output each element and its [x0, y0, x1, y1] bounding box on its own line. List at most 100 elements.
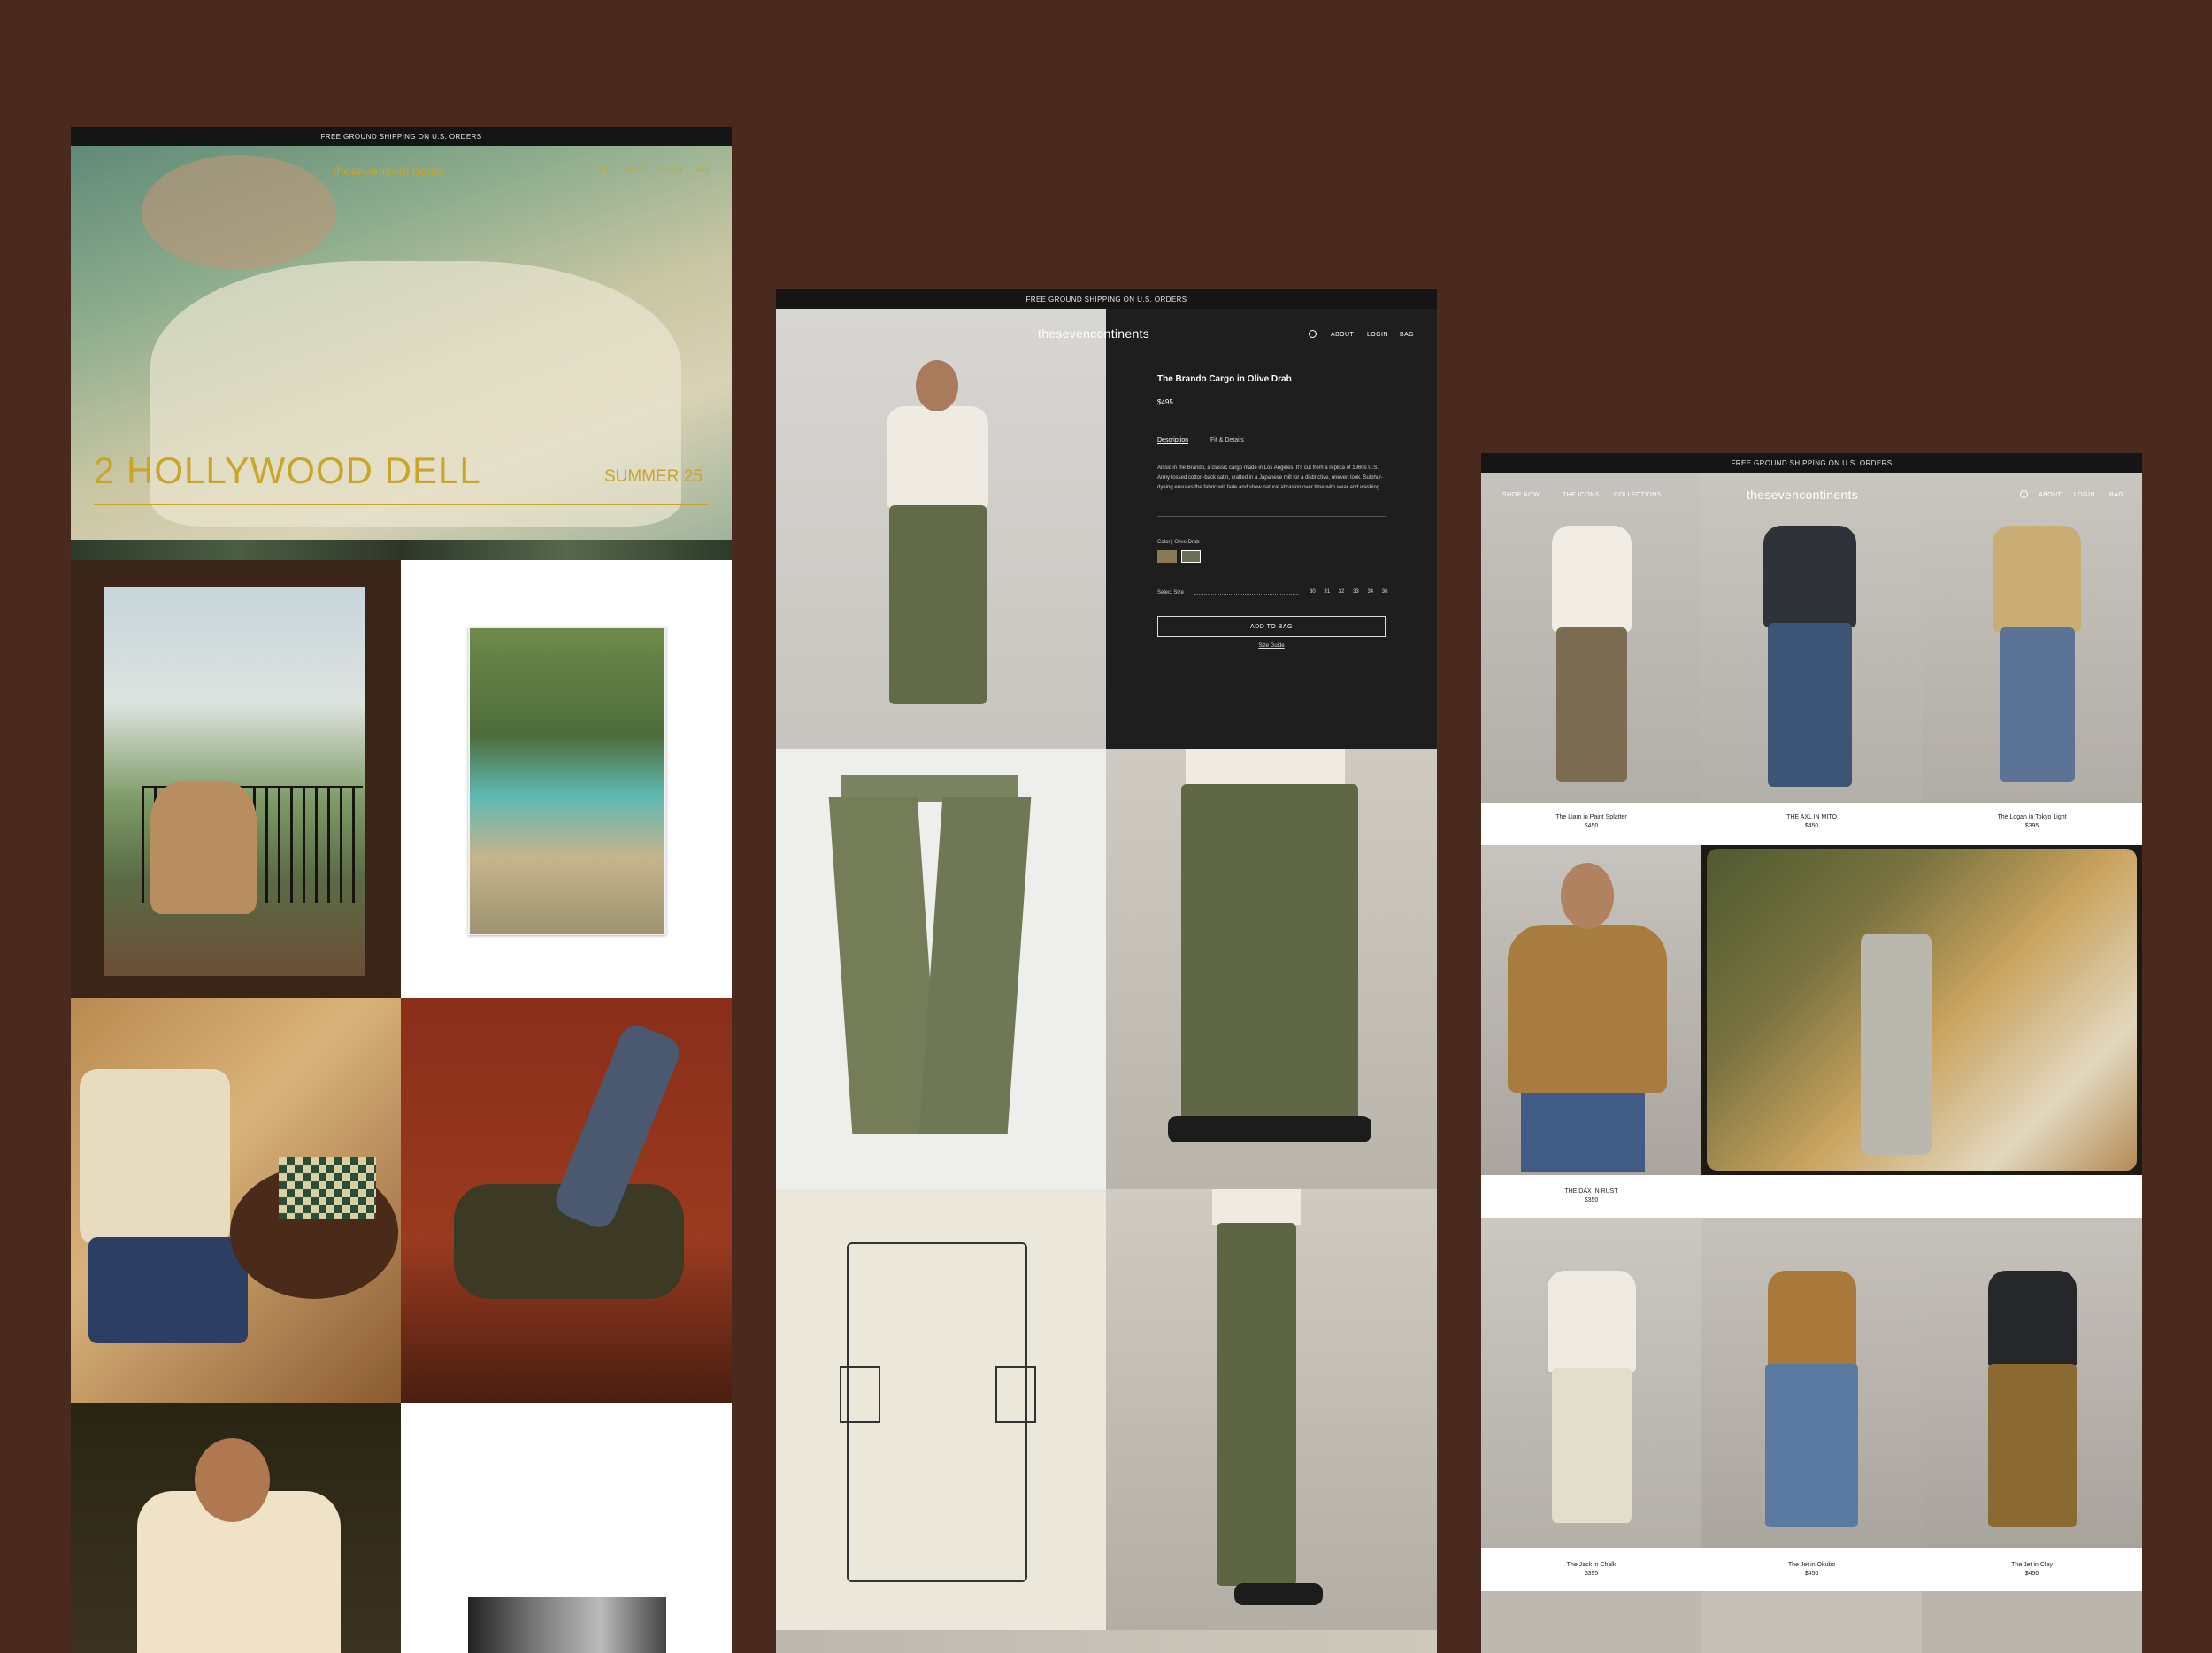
product-caption-liam[interactable]: The Liam in Paint Splatter $450 — [1481, 813, 1701, 831]
side-cargo — [1217, 1223, 1296, 1586]
editorial-tile-garden[interactable] — [1701, 845, 2142, 1175]
product-tile-next-2[interactable] — [1701, 1591, 1922, 1653]
model-main-image[interactable] — [776, 309, 1106, 749]
product-name: The Jack in Chalk — [1566, 1562, 1617, 1568]
tab-fit-details[interactable]: Fit & Details — [1210, 437, 1244, 443]
red-room-photo — [401, 998, 732, 1403]
nav-login[interactable]: LOGIN — [1367, 332, 1388, 338]
nav-about[interactable]: ABOUT — [2039, 492, 2062, 498]
product-price: $495 — [1157, 398, 1173, 406]
product-price: $450 — [1804, 1571, 1819, 1577]
product-tile-jet-clay[interactable] — [1922, 1218, 2142, 1548]
add-to-bag-button[interactable]: ADD TO BAG — [1157, 616, 1386, 637]
search-icon[interactable] — [1309, 330, 1317, 338]
size-option[interactable]: 31 — [1324, 589, 1330, 595]
legs-side-image[interactable] — [1106, 1189, 1437, 1630]
brand-logo[interactable]: thesevencontinents — [333, 164, 444, 178]
size-option[interactable]: 32 — [1339, 589, 1345, 595]
size-guide-link[interactable]: Size Guide — [1106, 643, 1437, 649]
nav-login[interactable]: LOGIN — [2074, 492, 2095, 498]
product-page: FREE GROUND SHIPPING ON U.S. ORDERS SHOP… — [776, 289, 1437, 1653]
tab-description[interactable]: Description — [1157, 437, 1189, 444]
product-tile-next-3[interactable] — [1922, 1591, 2142, 1653]
product-name: THE AXL IN MITO — [1786, 814, 1837, 820]
product-info: The Brando Cargo in Olive Drab $495 Desc… — [1106, 309, 1437, 749]
shipping-banner: FREE GROUND SHIPPING ON U.S. ORDERS — [776, 289, 1437, 309]
editorial-page: FREE GROUND SHIPPING ON U.S. ORDERS thes… — [71, 127, 732, 1653]
nav-bag[interactable]: BAG — [2109, 492, 2124, 498]
side-shirt — [1212, 1189, 1301, 1225]
product-tile-jet-okubo[interactable] — [1701, 1218, 1922, 1548]
front-tshirt — [1186, 749, 1345, 784]
product-tile-dax[interactable] — [1481, 845, 1701, 1175]
nav-bag[interactable]: BAG — [696, 167, 710, 173]
product-price: $395 — [2024, 823, 2039, 829]
balcony-photo — [71, 560, 401, 998]
nav-collections[interactable]: COLLECTIONS — [916, 332, 964, 338]
product-caption-axl[interactable]: THE AXL IN MITO $450 — [1701, 813, 1922, 831]
product-caption-jet-clay[interactable]: The Jet in Clay $450 — [1922, 1561, 2142, 1579]
product-tile-next-1[interactable] — [1481, 1591, 1701, 1653]
nav-bag[interactable]: BAG — [1400, 332, 1414, 338]
product-title: The Brando Cargo in Olive Drab — [1157, 374, 1292, 384]
product-price: $450 — [2024, 1571, 2039, 1577]
size-label: Select Size — [1157, 590, 1185, 596]
product-caption-logan[interactable]: The Logan in Tokyo Light $395 — [1922, 813, 2142, 831]
nav-login[interactable]: LOGIN — [662, 167, 683, 173]
size-option[interactable]: 34 — [1367, 589, 1373, 595]
swatch-olive[interactable] — [1181, 550, 1201, 563]
product-tile-jack[interactable] — [1481, 1218, 1701, 1548]
front-cargo — [1181, 784, 1358, 1120]
nav-the-icons[interactable]: THE ICONS — [861, 332, 898, 338]
size-option[interactable]: 36 — [1382, 589, 1388, 595]
brand-logo[interactable]: thesevencontinents — [1038, 327, 1149, 341]
product-caption-jet-okubo[interactable]: The Jet in Okubo $450 — [1701, 1561, 1922, 1579]
nav-the-icons[interactable]: THE ICONS — [1563, 492, 1600, 498]
product-name: The Jet in Okubo — [1787, 1562, 1836, 1568]
technical-sketch-image[interactable] — [776, 1189, 1106, 1630]
nav-about[interactable]: ABOUT — [625, 167, 648, 173]
product-caption-jack[interactable]: The Jack in Chalk $395 — [1481, 1561, 1701, 1579]
product-name: THE DAX IN RUST — [1564, 1188, 1618, 1195]
product-tile-axl[interactable] — [1701, 473, 1922, 803]
product-tile-logan[interactable] — [1922, 473, 2142, 803]
size-option[interactable]: 30 — [1310, 589, 1316, 595]
chess-board — [279, 1157, 376, 1219]
product-price: $350 — [1584, 1197, 1599, 1203]
jet-okubo-jeans — [1765, 1364, 1858, 1527]
dax-hoodie — [1508, 925, 1667, 1093]
hero-image: thesevencontinents ABOUT LOGIN BAG 2 HOL… — [71, 146, 732, 540]
size-option[interactable]: 33 — [1353, 589, 1359, 595]
swatch-tan[interactable] — [1157, 550, 1177, 563]
description-rule — [1157, 516, 1386, 517]
product-tile-liam[interactable] — [1481, 473, 1701, 803]
bw-print-tile — [401, 1403, 732, 1653]
legs-front-image[interactable] — [1106, 749, 1437, 1189]
product-price: $450 — [1804, 823, 1819, 829]
model-cargo — [889, 505, 987, 704]
jet-clay-top — [1988, 1271, 2077, 1368]
dax-head — [1561, 863, 1614, 929]
hero-season: SUMMER 25 — [604, 467, 703, 486]
front-shoes — [1168, 1116, 1371, 1142]
dax-jeans — [1521, 1093, 1645, 1172]
logan-jeans — [2000, 627, 2075, 782]
brand-logo[interactable]: thesevencontinents — [1747, 488, 1858, 502]
jack-hoodie — [1548, 1271, 1636, 1372]
pool-print — [468, 627, 666, 935]
product-caption-dax[interactable]: THE DAX IN RUST $350 — [1481, 1188, 1701, 1205]
product-description: Alssic in the Brando, a classic cargo ma… — [1157, 465, 1384, 490]
flat-lay-image[interactable] — [776, 749, 1106, 1189]
nav-shop-now[interactable]: SHOP NOW — [1502, 492, 1540, 498]
liam-top — [1552, 526, 1632, 632]
product-name: The Liam in Paint Splatter — [1555, 814, 1627, 820]
bw-print — [468, 1597, 666, 1653]
color-value: Olive Drab — [1174, 540, 1200, 545]
collection-page: FREE GROUND SHIPPING ON U.S. ORDERS SHOP… — [1481, 453, 2142, 1653]
search-icon[interactable] — [600, 165, 608, 173]
size-dotted-rule — [1194, 594, 1299, 595]
jet-okubo-top — [1768, 1271, 1856, 1368]
nav-collections[interactable]: COLLECTIONS — [1614, 492, 1662, 498]
search-icon[interactable] — [2020, 490, 2028, 498]
nav-about[interactable]: ABOUT — [1331, 332, 1354, 338]
